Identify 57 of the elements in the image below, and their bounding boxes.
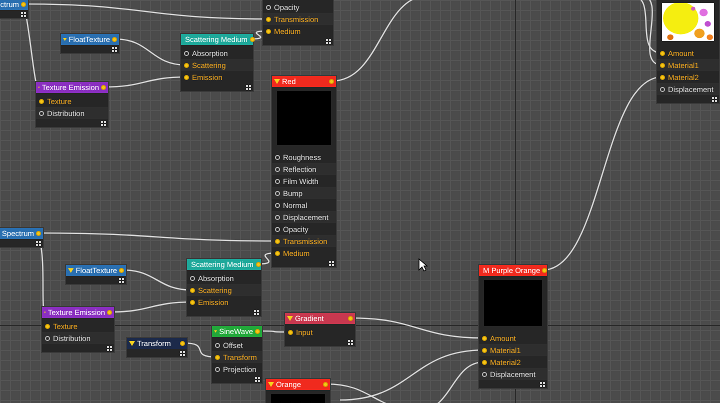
input-port[interactable] — [275, 190, 280, 196]
input-port[interactable] — [190, 276, 195, 280]
input-port[interactable] — [266, 28, 271, 34]
input-port[interactable] — [288, 330, 293, 334]
input-port[interactable] — [45, 324, 50, 328]
input-port[interactable] — [275, 226, 280, 232]
input-port[interactable] — [275, 238, 280, 244]
resize-grip-icon[interactable] — [112, 46, 117, 52]
node-canvas[interactable] — [0, 0, 720, 403]
input-port[interactable] — [266, 16, 271, 22]
resize-grip-icon[interactable] — [119, 278, 124, 282]
output-port[interactable] — [180, 341, 185, 346]
input-port[interactable] — [275, 154, 280, 160]
resize-grip-icon[interactable] — [36, 240, 41, 246]
input-port[interactable] — [275, 178, 280, 184]
input-port[interactable] — [45, 336, 50, 340]
resize-grip-icon[interactable] — [712, 96, 717, 102]
input-port[interactable] — [184, 50, 189, 56]
input-port[interactable] — [482, 348, 487, 352]
resize-grip-icon[interactable] — [540, 382, 545, 386]
input-port[interactable] — [660, 50, 665, 56]
input-port[interactable] — [660, 62, 665, 68]
resize-grip-icon[interactable] — [107, 346, 112, 350]
input-port[interactable] — [39, 110, 44, 116]
resize-grip-icon[interactable] — [326, 38, 331, 44]
input-port[interactable] — [482, 372, 487, 376]
output-port[interactable] — [250, 37, 255, 42]
input-port[interactable] — [266, 4, 271, 10]
resize-grip-icon[interactable] — [101, 120, 106, 126]
input-port[interactable] — [190, 288, 195, 292]
input-port[interactable] — [482, 360, 487, 364]
input-port[interactable] — [184, 62, 189, 68]
input-port[interactable] — [660, 86, 665, 92]
input-port[interactable] — [215, 354, 220, 360]
output-port[interactable] — [101, 85, 106, 90]
input-port[interactable] — [660, 74, 665, 80]
input-port[interactable] — [184, 74, 189, 80]
output-port[interactable] — [542, 268, 548, 273]
input-port[interactable] — [215, 366, 220, 372]
resize-grip-icon[interactable] — [329, 260, 334, 266]
input-port[interactable] — [275, 250, 280, 256]
resize-grip-icon[interactable] — [255, 376, 260, 382]
input-port[interactable] — [275, 166, 280, 172]
resize-grip-icon[interactable] — [348, 340, 353, 344]
resize-grip-icon[interactable] — [246, 84, 251, 90]
input-port[interactable] — [215, 342, 220, 348]
input-port[interactable] — [275, 202, 280, 208]
caret-icon[interactable] — [129, 341, 135, 346]
resize-grip-icon[interactable] — [180, 350, 185, 356]
resize-grip-icon[interactable] — [254, 310, 259, 314]
mouse-cursor-icon — [418, 258, 428, 272]
input-port[interactable] — [275, 214, 280, 220]
output-port[interactable] — [107, 310, 112, 315]
input-port[interactable] — [190, 300, 195, 304]
input-port[interactable] — [482, 336, 487, 340]
input-port[interactable] — [39, 98, 44, 104]
resize-grip-icon[interactable] — [21, 12, 26, 16]
